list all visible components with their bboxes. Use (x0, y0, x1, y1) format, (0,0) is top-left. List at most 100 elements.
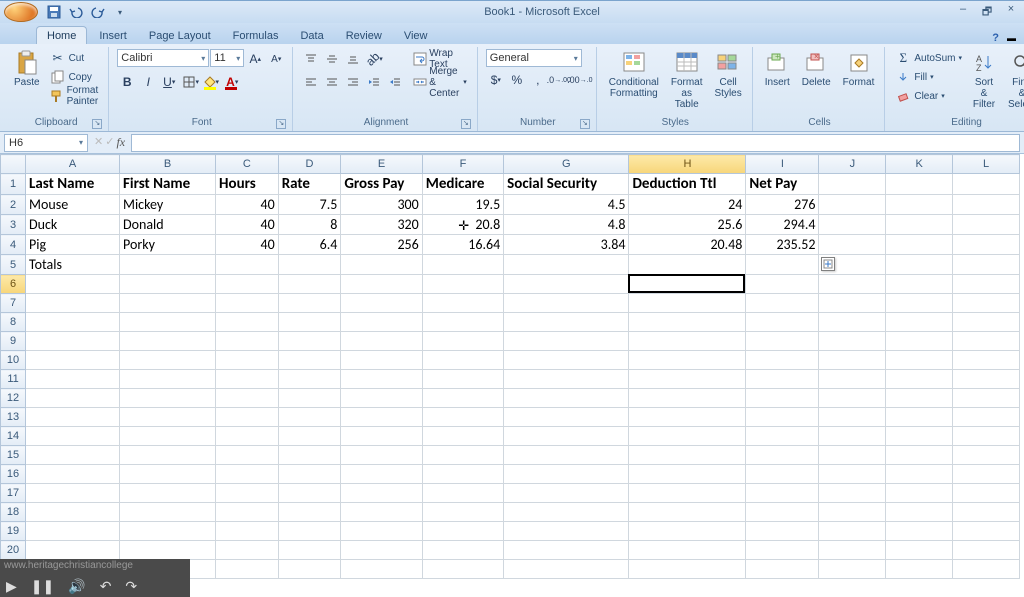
font-size-dropdown[interactable]: 11▾ (210, 49, 244, 67)
cell[interactable] (120, 465, 216, 484)
cell[interactable] (819, 313, 886, 332)
cell[interactable]: Mickey (120, 195, 216, 215)
cell[interactable] (886, 484, 953, 503)
cell[interactable] (278, 522, 341, 541)
col-header-K[interactable]: K (886, 155, 953, 174)
cell[interactable] (746, 313, 819, 332)
cell[interactable] (953, 389, 1020, 408)
cell[interactable]: Hours (216, 174, 279, 195)
undo-icon[interactable] (66, 3, 86, 21)
row-header-3[interactable]: 3 (1, 215, 26, 235)
cell[interactable] (629, 294, 746, 313)
qat-customize-icon[interactable]: ▾ (110, 3, 130, 21)
cell[interactable] (422, 427, 503, 446)
cell[interactable]: 6.4 (278, 235, 341, 255)
cell[interactable]: 256 (341, 235, 422, 255)
cell[interactable] (886, 389, 953, 408)
cell[interactable]: Donald (120, 215, 216, 235)
col-header-A[interactable]: A (26, 155, 120, 174)
row-header-1[interactable]: 1 (1, 174, 26, 195)
grow-font-button[interactable]: A▴ (245, 49, 265, 69)
forward-icon[interactable]: ↷ (125, 578, 137, 595)
row-header-9[interactable]: 9 (1, 332, 26, 351)
fx-icon[interactable]: fx (116, 135, 125, 150)
cell[interactable] (422, 351, 503, 370)
cell[interactable] (746, 370, 819, 389)
cell[interactable] (629, 522, 746, 541)
cell[interactable] (216, 446, 279, 465)
cut-button[interactable]: ✂Cut (48, 49, 103, 67)
cell[interactable] (26, 522, 120, 541)
row-header-16[interactable]: 16 (1, 465, 26, 484)
shrink-font-button[interactable]: A▾ (266, 49, 286, 69)
cell[interactable] (886, 195, 953, 215)
cell[interactable] (953, 560, 1020, 579)
cell[interactable] (953, 408, 1020, 427)
row-header-12[interactable]: 12 (1, 389, 26, 408)
cell[interactable] (629, 313, 746, 332)
cell[interactable] (422, 541, 503, 560)
cell[interactable] (120, 427, 216, 446)
cell[interactable] (278, 465, 341, 484)
cell[interactable] (746, 275, 819, 294)
cell[interactable] (216, 560, 279, 579)
col-header-F[interactable]: F (422, 155, 503, 174)
cell[interactable] (953, 522, 1020, 541)
cell[interactable] (504, 370, 629, 389)
cell[interactable] (120, 255, 216, 275)
cell[interactable] (120, 503, 216, 522)
cell[interactable] (341, 503, 422, 522)
cell[interactable] (26, 484, 120, 503)
cell[interactable] (278, 560, 341, 579)
cell[interactable] (341, 541, 422, 560)
cell[interactable] (120, 446, 216, 465)
italic-button[interactable]: I (138, 72, 158, 92)
cell[interactable] (26, 370, 120, 389)
cell[interactable] (746, 351, 819, 370)
increase-indent-button[interactable] (385, 72, 405, 92)
cell[interactable] (422, 332, 503, 351)
format-cells-button[interactable]: Format (839, 49, 879, 90)
cell[interactable] (120, 408, 216, 427)
cell[interactable] (746, 446, 819, 465)
cell[interactable] (216, 275, 279, 294)
cell[interactable]: 7.5 (278, 195, 341, 215)
cell[interactable] (819, 275, 886, 294)
cell[interactable]: 3.84 (504, 235, 629, 255)
cell[interactable] (422, 465, 503, 484)
cell[interactable]: 300 (341, 195, 422, 215)
cell[interactable] (746, 255, 819, 275)
cell[interactable] (26, 503, 120, 522)
cell[interactable] (629, 275, 746, 294)
cell[interactable] (819, 294, 886, 313)
cell[interactable] (504, 484, 629, 503)
accounting-format-button[interactable]: $▾ (486, 70, 506, 90)
minimize-button[interactable]: – (954, 3, 972, 22)
clipboard-launcher[interactable]: ↘ (92, 119, 102, 129)
cell[interactable] (504, 351, 629, 370)
cell[interactable] (953, 215, 1020, 235)
cell[interactable] (886, 370, 953, 389)
insert-cells-button[interactable]: +Insert (761, 49, 794, 90)
merge-center-button[interactable]: Merge & Center▾ (409, 72, 471, 92)
cell[interactable] (746, 522, 819, 541)
cell[interactable] (26, 313, 120, 332)
row-header-7[interactable]: 7 (1, 294, 26, 313)
cell[interactable] (886, 332, 953, 351)
cell[interactable] (629, 465, 746, 484)
cell[interactable] (278, 503, 341, 522)
cell[interactable]: Duck (26, 215, 120, 235)
border-button[interactable]: ▾ (180, 72, 200, 92)
cell[interactable] (629, 389, 746, 408)
align-center-button[interactable] (322, 72, 342, 92)
cell[interactable] (504, 313, 629, 332)
cell[interactable] (216, 313, 279, 332)
row-header-6[interactable]: 6 (1, 275, 26, 294)
font-color-button[interactable]: A▾ (222, 72, 242, 92)
cell[interactable] (886, 427, 953, 446)
cell[interactable] (886, 255, 953, 275)
col-header-L[interactable]: L (953, 155, 1020, 174)
col-header-J[interactable]: J (819, 155, 886, 174)
cell[interactable] (953, 370, 1020, 389)
cell[interactable] (953, 332, 1020, 351)
